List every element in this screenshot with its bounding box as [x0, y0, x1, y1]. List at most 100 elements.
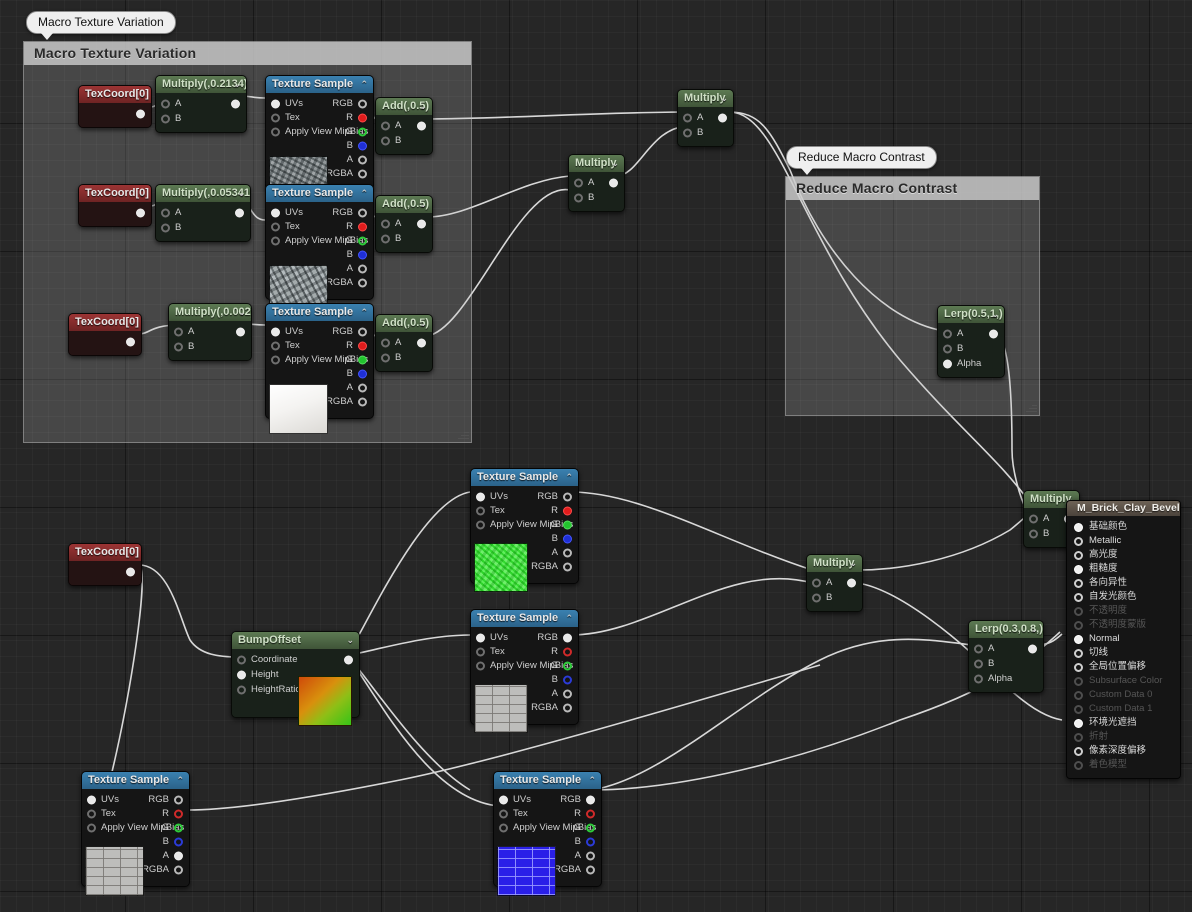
material-input-pin[interactable]: Subsurface Color — [1067, 674, 1180, 688]
pin-dot[interactable] — [1074, 607, 1083, 616]
pin-dot[interactable] — [381, 353, 390, 362]
material-input-pin[interactable]: 不透明度 — [1067, 604, 1180, 618]
output-pin[interactable]: G — [551, 519, 572, 530]
output-pin[interactable]: B — [163, 836, 183, 847]
output-pin[interactable]: RGB — [537, 491, 572, 502]
input-pin[interactable]: B — [812, 592, 832, 603]
pin-dot[interactable] — [381, 136, 390, 145]
output-pin[interactable]: A — [575, 850, 595, 861]
pin-dot[interactable] — [974, 674, 983, 683]
multiply-node-4[interactable]: Multiply ⌄ A B — [568, 154, 625, 212]
texture-sample-macro-2[interactable]: Texture Sample ⌃ UVs Tex Apply View MipBias R… — [265, 184, 374, 315]
pin-dot[interactable] — [417, 121, 426, 130]
pin-dot[interactable] — [381, 219, 390, 228]
pin-dot[interactable] — [1074, 551, 1083, 560]
comment-reduce-macro-contrast[interactable]: Reduce Macro Contrast — [785, 176, 1040, 416]
pin-dot[interactable] — [126, 567, 135, 576]
pin-dot[interactable] — [974, 644, 983, 653]
pin-dot[interactable] — [358, 369, 367, 378]
pin-dot[interactable] — [358, 141, 367, 150]
chevron-down-icon[interactable]: ⌄ — [138, 86, 146, 103]
output-pin[interactable]: RGBA — [326, 168, 367, 179]
pin-dot[interactable] — [358, 383, 367, 392]
output-pin[interactable]: A — [347, 382, 367, 393]
output-pin[interactable] — [713, 112, 727, 123]
pin-dot[interactable] — [174, 327, 183, 336]
macro-texture-variation-bubble[interactable]: Macro Texture Variation — [26, 11, 176, 40]
output-pin[interactable]: RGB — [148, 794, 183, 805]
input-pin[interactable]: Tex — [476, 646, 505, 657]
material-input-pin[interactable]: 不透明度蒙版 — [1067, 618, 1180, 632]
output-pin[interactable]: R — [346, 221, 367, 232]
output-pin[interactable]: A — [347, 154, 367, 165]
input-pin[interactable]: UVs — [87, 794, 119, 805]
pin-dot[interactable] — [586, 809, 595, 818]
input-pin[interactable]: Tex — [271, 221, 300, 232]
pin-dot[interactable] — [237, 655, 246, 664]
pin-dot[interactable] — [271, 236, 280, 245]
pin-dot[interactable] — [683, 113, 692, 122]
pin-dot[interactable] — [476, 492, 485, 501]
input-pin[interactable]: A — [381, 120, 401, 131]
output-pin[interactable] — [339, 654, 353, 665]
material-input-pin[interactable]: 各向异性 — [1067, 576, 1180, 590]
bumpoffset-node[interactable]: BumpOffset ⌄ Coordinate Height HeightRatioIn… — [231, 631, 360, 726]
multiply-node-3[interactable]: Multiply(,0.002) ⌄ A B — [168, 303, 252, 361]
output-pin[interactable]: B — [552, 533, 572, 544]
multiply-node-5[interactable]: Multiply ⌄ A B — [677, 89, 734, 147]
pin-dot[interactable] — [943, 359, 952, 368]
output-pin[interactable]: RGB — [560, 794, 595, 805]
pin-dot[interactable] — [271, 327, 280, 336]
input-pin[interactable]: Height — [237, 669, 278, 680]
pin-dot[interactable] — [1074, 747, 1083, 756]
pin-dot[interactable] — [476, 506, 485, 515]
input-pin[interactable]: Alpha — [943, 358, 981, 369]
pin-dot[interactable] — [609, 178, 618, 187]
output-pin[interactable]: RGBA — [326, 277, 367, 288]
chevron-down-icon[interactable]: ⌄ — [720, 90, 728, 107]
pin-dot[interactable] — [358, 327, 367, 336]
pin-dot[interactable] — [1074, 579, 1083, 588]
pin-dot[interactable] — [499, 809, 508, 818]
pin-dot[interactable] — [586, 851, 595, 860]
pin-dot[interactable] — [476, 661, 485, 670]
multiply-node-1[interactable]: Multiply(,0.2134) ⌄ A B — [155, 75, 247, 133]
output-pin[interactable] — [412, 337, 426, 348]
pin-dot[interactable] — [358, 222, 367, 231]
output-pin[interactable]: G — [574, 822, 595, 833]
pin-dot[interactable] — [586, 837, 595, 846]
input-pin[interactable]: B — [574, 192, 594, 203]
pin-dot[interactable] — [417, 338, 426, 347]
chevron-down-icon[interactable]: ⌄ — [237, 185, 245, 202]
input-pin[interactable]: UVs — [476, 632, 508, 643]
chevron-down-icon[interactable]: ⌄ — [419, 196, 427, 213]
input-pin[interactable]: UVs — [271, 207, 303, 218]
output-pin[interactable]: RGB — [332, 326, 367, 337]
pin-dot[interactable] — [1074, 761, 1083, 770]
texcoord-node-4[interactable]: TexCoord[0] ⌄ — [68, 543, 142, 586]
material-input-pin[interactable]: Custom Data 0 — [1067, 688, 1180, 702]
material-input-pin[interactable]: 着色模型 — [1067, 758, 1180, 772]
pin-dot[interactable] — [381, 121, 390, 130]
pin-dot[interactable] — [1029, 529, 1038, 538]
pin-dot[interactable] — [271, 341, 280, 350]
input-pin[interactable]: UVs — [271, 326, 303, 337]
pin-dot[interactable] — [136, 208, 145, 217]
output-pin[interactable]: RGBA — [554, 864, 595, 875]
pin-dot[interactable] — [683, 128, 692, 137]
pin-dot[interactable] — [563, 562, 572, 571]
pin-dot[interactable] — [358, 264, 367, 273]
pin-dot[interactable] — [1074, 523, 1083, 532]
output-pin[interactable]: B — [575, 836, 595, 847]
pin-dot[interactable] — [586, 823, 595, 832]
output-pin[interactable] — [412, 218, 426, 229]
pin-dot[interactable] — [161, 208, 170, 217]
pin-dot[interactable] — [358, 236, 367, 245]
input-pin[interactable]: A — [574, 177, 594, 188]
add-node-1[interactable]: Add(,0.5) ⌄ A B — [375, 97, 433, 155]
input-pin[interactable]: UVs — [271, 98, 303, 109]
pin-dot[interactable] — [563, 703, 572, 712]
pin-dot[interactable] — [812, 578, 821, 587]
add-node-2[interactable]: Add(,0.5) ⌄ A B — [375, 195, 433, 253]
pin-dot[interactable] — [563, 633, 572, 642]
